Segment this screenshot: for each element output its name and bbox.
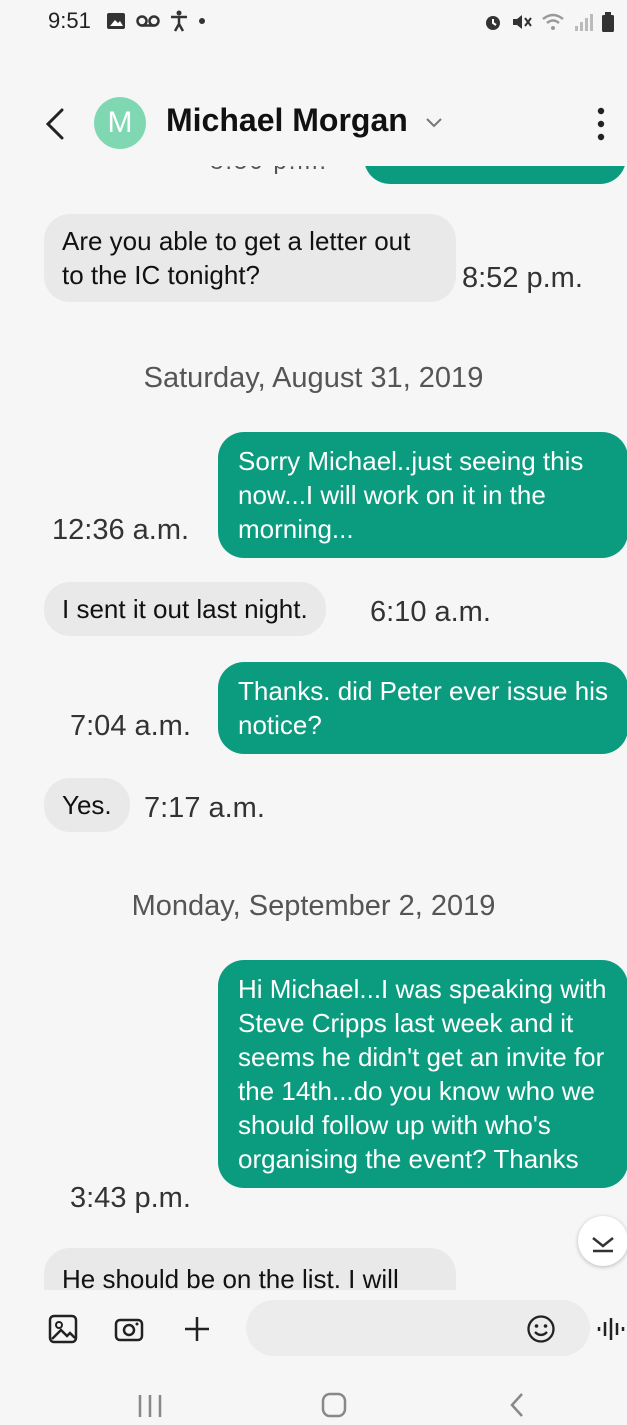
battery-icon — [602, 12, 614, 32]
message-bubble-outgoing[interactable]: Hi Michael...I was speaking with Steve C… — [218, 960, 627, 1188]
message-bubble-incoming[interactable]: I sent it out last night. — [44, 582, 326, 636]
date-separator: Monday, September 2, 2019 — [131, 890, 496, 922]
gallery-notification-icon — [107, 13, 125, 29]
message-time: 8:52 p.m. — [462, 262, 583, 294]
emoji-icon[interactable] — [526, 1314, 556, 1344]
message-time: 7:17 a.m. — [144, 792, 265, 824]
date-separator: Saturday, August 31, 2019 — [143, 362, 484, 394]
voicemail-icon — [136, 15, 160, 27]
home-icon[interactable] — [314, 1390, 354, 1420]
more-options-icon[interactable] — [596, 106, 606, 142]
message-bubble-outgoing[interactable]: Thanks. did Peter ever issue his notice? — [218, 662, 627, 754]
navigation-bar — [0, 1380, 627, 1425]
partial-message-time: 8:50 p.m. — [210, 166, 328, 176]
message-list[interactable]: 8:50 p.m. Are you able to get a letter o… — [0, 166, 627, 1290]
wifi-icon — [542, 13, 564, 30]
status-bar: 9:51 — [0, 0, 627, 50]
message-time: 7:04 a.m. — [70, 710, 191, 742]
mute-icon — [513, 15, 532, 29]
avatar[interactable]: M — [94, 97, 146, 149]
message-time: 3:43 p.m. — [70, 1182, 191, 1214]
voice-input-icon[interactable] — [596, 1314, 626, 1344]
message-bubble-outgoing[interactable]: Sorry Michael..just seeing this now...I … — [218, 432, 627, 558]
conversation-header: M Michael Morgan — [0, 80, 627, 166]
message-bubble-incoming[interactable]: Yes. — [44, 778, 130, 832]
accessibility-icon — [171, 10, 187, 32]
chevron-down-icon[interactable] — [424, 112, 444, 132]
add-icon[interactable] — [182, 1314, 212, 1344]
back-icon[interactable] — [40, 104, 70, 144]
message-bubble-incoming[interactable]: He should be on the list. I will check w… — [44, 1248, 456, 1290]
status-time: 9:51 — [48, 8, 91, 33]
chevron-down-icon — [592, 1237, 614, 1253]
dot-icon — [199, 18, 205, 24]
contact-name[interactable]: Michael Morgan — [166, 102, 408, 139]
message-time: 12:36 a.m. — [52, 514, 190, 546]
nav-back-icon[interactable] — [498, 1390, 538, 1420]
message-time: 6:10 a.m. — [370, 596, 491, 628]
alarm-icon — [486, 16, 500, 30]
message-composer — [0, 1290, 627, 1366]
message-bubble-incoming[interactable]: Are you able to get a letter out to the … — [44, 214, 456, 302]
scroll-to-bottom-button[interactable] — [578, 1216, 627, 1266]
camera-icon[interactable] — [114, 1314, 144, 1344]
signal-icon — [575, 14, 593, 31]
recent-apps-icon[interactable] — [130, 1390, 170, 1420]
gallery-icon[interactable] — [48, 1314, 78, 1344]
partial-outgoing-bubble[interactable] — [364, 166, 626, 184]
